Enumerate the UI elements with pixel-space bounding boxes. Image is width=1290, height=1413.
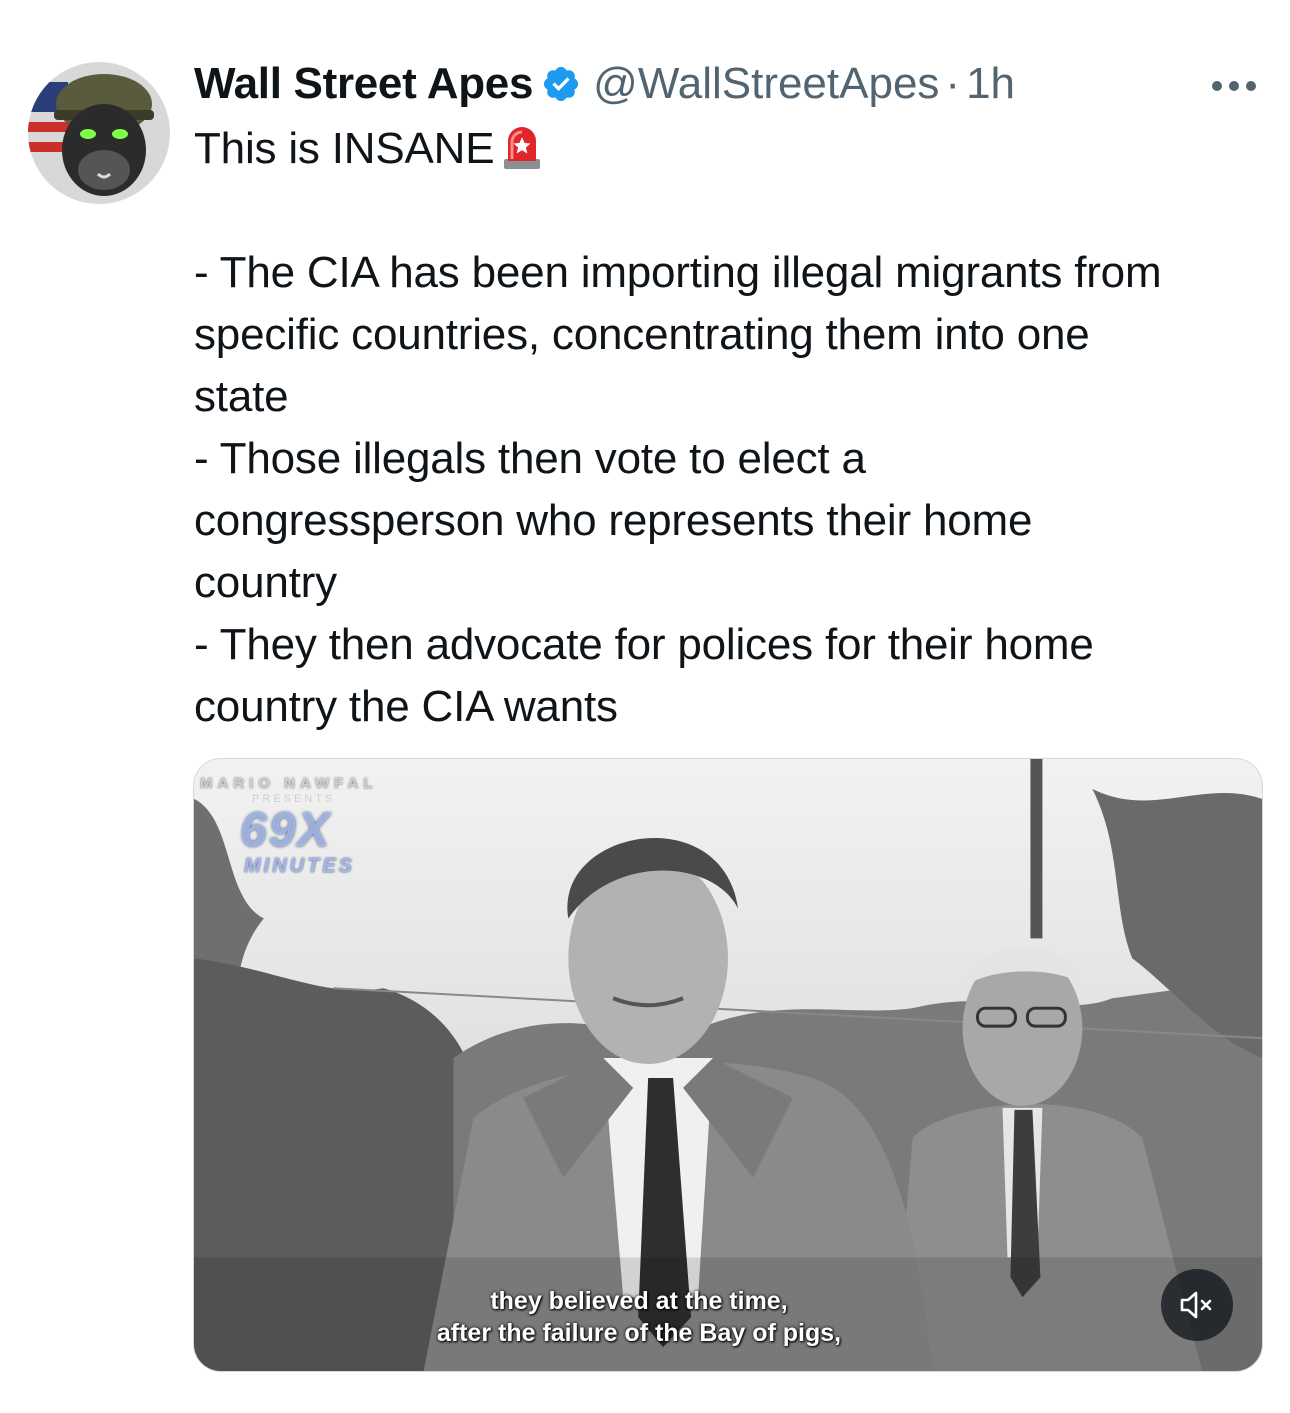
tweet-line: congressperson who represents their home <box>194 496 1033 545</box>
tweet-line: - The CIA has been importing illegal mig… <box>194 248 1162 297</box>
tweet[interactable]: Wall Street Apes @WallStreetApes · 1h Th… <box>0 0 1290 1413</box>
tweet-line: country <box>194 558 337 607</box>
volume-muted-icon <box>1180 1291 1212 1319</box>
tweet-line-text: This is INSANE <box>194 124 495 173</box>
more-horizontal-icon <box>1212 81 1256 91</box>
handle[interactable]: @WallStreetApes <box>593 59 939 109</box>
tweet-line: country the CIA wants <box>194 682 618 731</box>
separator-dot: · <box>945 59 961 108</box>
unmute-button[interactable] <box>1161 1269 1233 1341</box>
verified-badge-icon[interactable] <box>541 64 581 104</box>
timestamp[interactable]: 1h <box>966 59 1015 109</box>
video-caption-line-2: after the failure of the Bay of pigs, <box>436 1319 842 1347</box>
tweet-line <box>194 180 1274 242</box>
more-options-button[interactable] <box>1208 68 1260 104</box>
tweet-line: - They then advocate for polices for the… <box>194 620 1094 669</box>
video-frame <box>194 759 1262 1371</box>
tweet-line: This is INSANE <box>194 118 1274 180</box>
avatar-image <box>28 62 170 204</box>
video-caption-line-1: they believed at the time, <box>490 1287 788 1315</box>
tweet-text: This is INSANE - The CIA has been import… <box>194 118 1274 738</box>
tweet-header: Wall Street Apes @WallStreetApes · 1h <box>194 56 1015 112</box>
avatar[interactable] <box>28 62 170 204</box>
display-name[interactable]: Wall Street Apes <box>194 59 533 109</box>
watermark-brand: MARIO NAWFAL <box>200 775 378 792</box>
video-player[interactable]: MARIO NAWFAL PRESENTS 69X MINUTES they b… <box>193 758 1263 1372</box>
watermark-title: 69X <box>240 804 332 857</box>
tweet-line: specific countries, concentrating them i… <box>194 310 1090 359</box>
siren-icon <box>504 127 541 169</box>
tweet-line: - Those illegals then vote to elect a <box>194 434 866 483</box>
watermark-subtitle: MINUTES <box>244 855 355 877</box>
tweet-line: state <box>194 372 289 421</box>
